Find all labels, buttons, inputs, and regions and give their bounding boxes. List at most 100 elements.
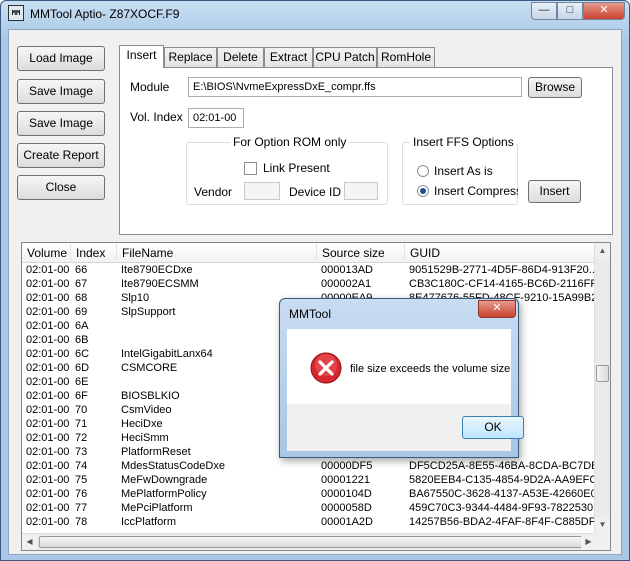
browse-button[interactable]: Browse	[528, 77, 582, 98]
cell-guid: BA67550C-3628-4137-A53E-42660E0...	[409, 488, 596, 500]
horizontal-scroll-thumb[interactable]	[39, 536, 584, 548]
close-window-button[interactable]: ✕	[583, 2, 625, 20]
cell-index: 75	[75, 474, 88, 486]
cell-filename: IccPlatform	[121, 516, 177, 528]
cell-index: 73	[75, 446, 88, 458]
cell-volume: 02:01-00	[26, 488, 70, 500]
vol-index-label: Vol. Index	[130, 110, 183, 124]
cell-index: 6C	[75, 348, 90, 360]
insert-as-is-radio[interactable]	[417, 165, 429, 177]
cell-volume: 02:01-00	[26, 474, 70, 486]
cell-volume: 02:01-00	[26, 306, 70, 318]
app-icon: MM	[8, 5, 24, 21]
cell-filename: MePlatformPolicy	[121, 488, 207, 500]
vertical-scroll-thumb[interactable]	[596, 365, 609, 382]
insert-button[interactable]: Insert	[528, 180, 581, 203]
tab-delete[interactable]: Delete	[217, 47, 264, 67]
cell-index: 68	[75, 292, 88, 304]
cell-filename: MeFwDowngrade	[121, 474, 208, 486]
module-path-field[interactable]: E:\BIOS\NvmeExpressDxE_compr.ffs	[188, 77, 522, 97]
device-id-label: Device ID	[289, 185, 342, 199]
main-window: MM MMTool Aptio- Z87XOCF.F9 — □ ✕ Load I…	[0, 0, 630, 561]
cell-index: 77	[75, 502, 88, 514]
table-row[interactable]: 02:01-00 76 MePlatformPolicy 0000104D BA6755…	[22, 487, 596, 501]
table-row[interactable]: 02:01-00 75 MeFwDowngrade 00001221 5820EEB4-…	[22, 473, 596, 487]
column-header-source-size[interactable]: Source size	[317, 243, 405, 263]
insert-compressed-radio[interactable]	[417, 185, 429, 197]
cell-index: 6B	[75, 334, 89, 346]
cell-source-size: 000002A1	[321, 278, 372, 290]
maximize-button[interactable]: □	[557, 2, 583, 20]
table-row[interactable]: 02:01-00 66 Ite8790ECDxe 000013AD 9051529B-2…	[22, 263, 596, 277]
cell-index: 6A	[75, 320, 89, 332]
cell-volume: 02:01-00	[26, 404, 70, 416]
cell-index: 6E	[75, 376, 89, 388]
vendor-field	[244, 182, 280, 200]
dialog-body: file size exceeds the volume size	[287, 329, 511, 404]
vol-index-field[interactable]: 02:01-00	[188, 108, 244, 128]
cell-volume: 02:01-00	[26, 362, 70, 374]
minimize-button[interactable]: —	[531, 2, 557, 20]
cell-index: 6F	[75, 390, 88, 402]
tab-romhole[interactable]: RomHole	[377, 47, 435, 67]
cell-source-size: 00001221	[321, 474, 370, 486]
cell-index: 71	[75, 418, 88, 430]
cell-index: 66	[75, 264, 88, 276]
save-image-button[interactable]: Save Image	[17, 79, 105, 104]
cell-index: 76	[75, 488, 88, 500]
tab-replace[interactable]: Replace	[164, 47, 217, 67]
cell-source-size: 0000104D	[321, 488, 372, 500]
scroll-left-arrow-icon[interactable]: ◀	[22, 534, 37, 550]
ok-button[interactable]: OK	[462, 416, 524, 439]
column-header-volume[interactable]: Volume	[22, 243, 71, 263]
cell-volume: 02:01-00	[26, 334, 70, 346]
column-header-filename[interactable]: FileName	[117, 243, 317, 263]
cell-guid: DF5CD25A-8E55-46BA-8CDA-BC7DE...	[409, 460, 596, 472]
tab-insert[interactable]: Insert	[119, 45, 164, 68]
link-present-label: Link Present	[263, 161, 330, 175]
option-rom-group: For Option ROM only Link Present Vendor …	[186, 135, 388, 205]
cell-guid: 5820EEB4-C135-4854-9D2A-AA9EFC...	[409, 474, 596, 486]
column-header-index[interactable]: Index	[71, 243, 117, 263]
tab-extract[interactable]: Extract	[264, 47, 313, 67]
table-row[interactable]: 02:01-00 67 Ite8790ECSMM 000002A1 CB3C180C-C…	[22, 277, 596, 291]
link-present-checkbox[interactable]	[244, 162, 257, 175]
device-id-field	[344, 182, 378, 200]
load-image-button[interactable]: Load Image	[17, 46, 105, 71]
table-row[interactable]: 02:01-00 77 MePciPlatform 0000058D 459C70C3-…	[22, 501, 596, 515]
cell-filename: MdesStatusCodeDxe	[121, 460, 225, 472]
save-image-as-button[interactable]: Save Image as..	[17, 111, 105, 153]
table-row[interactable]: 02:01-00 74 MdesStatusCodeDxe 00000DF5 DF5CD…	[22, 459, 596, 473]
insert-compressed-label: Insert Compressed	[434, 184, 518, 198]
cell-index: 69	[75, 306, 88, 318]
dialog-close-button[interactable]: ✕	[478, 300, 516, 318]
dialog-message: file size exceeds the volume size	[350, 363, 511, 375]
vendor-label: Vendor	[194, 185, 233, 199]
list-header: Volume Index FileName Source size GUID	[22, 243, 596, 263]
vertical-scrollbar[interactable]: ▲ ▼	[594, 243, 610, 533]
column-header-guid[interactable]: GUID	[405, 243, 596, 263]
table-row[interactable]: 02:01-00 78 IccPlatform 00001A2D 14257B56-BD…	[22, 515, 596, 529]
dialog-title: MMTool	[289, 307, 332, 321]
client-area: Load Image Save Image Save Image as.. Cr…	[8, 29, 622, 555]
horizontal-scrollbar[interactable]: ◀ ▶	[22, 533, 596, 550]
create-report-button[interactable]: Create Report	[17, 143, 105, 168]
error-icon	[310, 352, 342, 384]
cell-volume: 02:01-00	[26, 376, 70, 388]
window-title: MMTool Aptio- Z87XOCF.F9	[30, 7, 180, 21]
title-bar[interactable]: MM MMTool Aptio- Z87XOCF.F9 — □ ✕	[1, 1, 629, 29]
cell-guid: 459C70C3-9344-4484-9F93-7822530...	[409, 502, 596, 514]
insert-ffs-options-title: Insert FFS Options	[410, 135, 517, 149]
cell-index: 6D	[75, 362, 90, 374]
cell-index: 70	[75, 404, 88, 416]
cell-guid: 9051529B-2771-4D5F-86D4-913F20...	[409, 264, 596, 276]
cell-index: 78	[75, 516, 88, 528]
tab-cpu-patch[interactable]: CPU Patch	[313, 47, 377, 67]
cell-guid: 14257B56-BDA2-4FAF-8F4F-C885DF...	[409, 516, 596, 528]
scroll-down-arrow-icon[interactable]: ▼	[595, 517, 610, 533]
insert-ffs-options-group: Insert FFS Options Insert As is Insert C…	[402, 135, 518, 205]
module-label: Module	[130, 80, 170, 94]
scroll-up-arrow-icon[interactable]: ▲	[595, 243, 610, 259]
close-button[interactable]: Close	[17, 175, 105, 200]
cell-volume: 02:01-00	[26, 418, 70, 430]
